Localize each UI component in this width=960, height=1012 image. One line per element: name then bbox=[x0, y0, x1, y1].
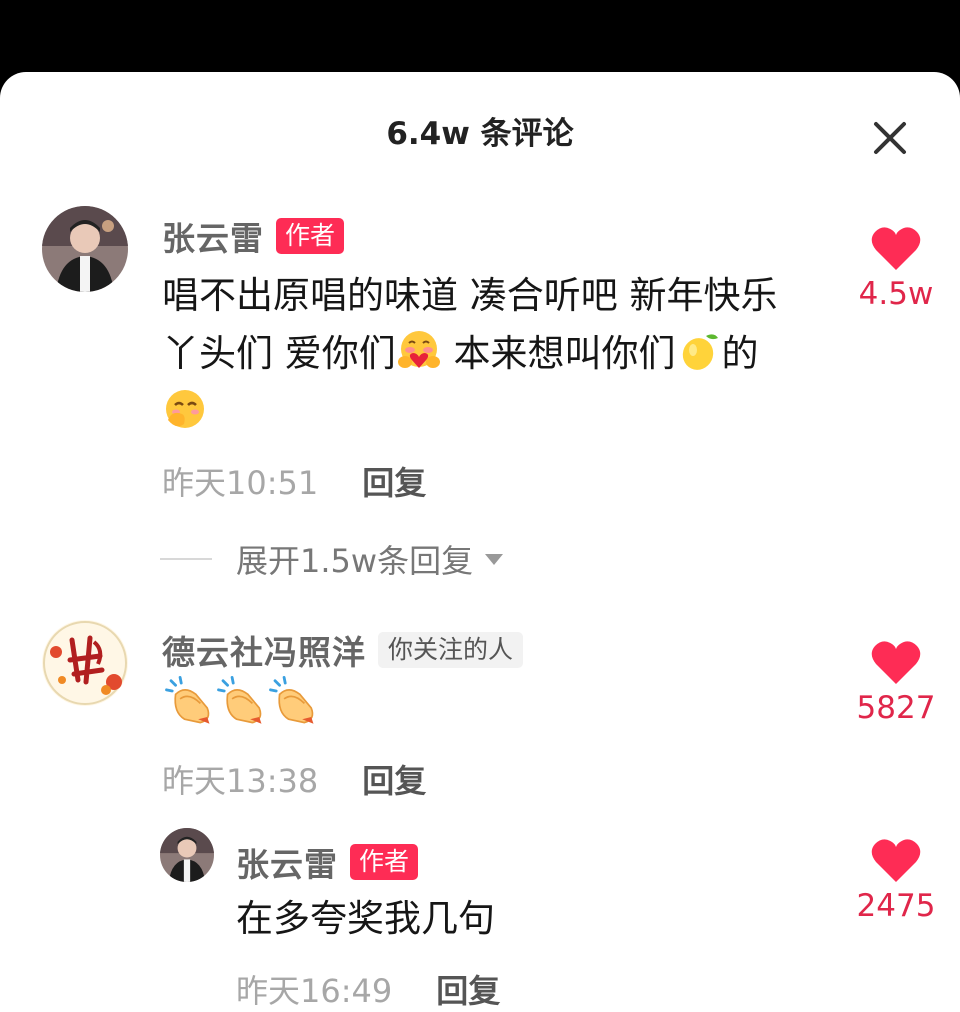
comment-meta: 昨天13:38 回复 bbox=[162, 756, 426, 802]
divider-line bbox=[160, 558, 212, 560]
avatar[interactable] bbox=[160, 828, 214, 882]
author-badge: 作者 bbox=[350, 844, 419, 880]
reply-button[interactable]: 回复 bbox=[362, 458, 426, 504]
comment-text-line: 本来想叫你们 bbox=[441, 332, 676, 375]
expand-replies-button[interactable]: 展开1.5w条回复 bbox=[160, 536, 504, 582]
comment-meta: 昨天16:49 回复 bbox=[236, 966, 500, 1012]
heart-icon bbox=[871, 839, 921, 882]
comment-text-line: 唱不出原唱的味道 凑合听吧 新年快乐 bbox=[162, 274, 778, 317]
comment-author-row: 张云雷 作者 bbox=[162, 212, 345, 260]
clap-emoji bbox=[217, 675, 262, 724]
clap-emoji bbox=[269, 675, 314, 724]
reply-button[interactable]: 回复 bbox=[436, 966, 500, 1012]
comment-text-line: 丫头们 爱你们 bbox=[162, 332, 396, 375]
avatar[interactable] bbox=[42, 620, 128, 706]
comment-author-row: 张云雷 作者 bbox=[236, 838, 419, 886]
comment-time: 昨天13:38 bbox=[162, 762, 319, 800]
like-button[interactable]: 5827 bbox=[846, 638, 946, 726]
comments-sheet: 6.4w 条评论 张云雷 作者 唱不出原唱的味道 凑合听吧 新年快乐 丫头们 爱… bbox=[0, 72, 960, 1012]
comment-text: 唱不出原唱的味道 凑合听吧 新年快乐 丫头们 爱你们 本来想叫你们 的 bbox=[162, 267, 842, 441]
clap-emoji bbox=[165, 675, 210, 724]
like-count: 4.5w bbox=[858, 276, 934, 312]
following-badge: 你关注的人 bbox=[378, 632, 524, 668]
heart-icon bbox=[871, 227, 921, 270]
like-count: 5827 bbox=[856, 690, 936, 726]
comment-text bbox=[162, 674, 318, 735]
comments-title: 6.4w 条评论 bbox=[386, 116, 574, 152]
heart-icon bbox=[871, 641, 921, 684]
hug-emoji bbox=[397, 331, 440, 368]
comment-time: 昨天16:49 bbox=[236, 972, 393, 1010]
comment-meta: 昨天10:51 回复 bbox=[162, 458, 426, 504]
expand-replies-label: 展开1.5w条回复 bbox=[236, 542, 474, 580]
like-button[interactable]: 2475 bbox=[846, 836, 946, 924]
avatar[interactable] bbox=[42, 206, 128, 292]
comment-author[interactable]: 张云雷 bbox=[236, 838, 338, 886]
comment-author[interactable]: 德云社冯照洋 bbox=[162, 626, 366, 674]
smirk-emoji bbox=[166, 390, 204, 428]
comment-text-line: 的 bbox=[721, 332, 759, 375]
close-icon[interactable] bbox=[866, 114, 914, 162]
like-count: 2475 bbox=[856, 888, 936, 924]
comment-author[interactable]: 张云雷 bbox=[162, 212, 264, 260]
reply-button[interactable]: 回复 bbox=[362, 756, 426, 802]
comment-text: 在多夸奖我几句 bbox=[236, 897, 495, 940]
comment-author-row: 德云社冯照洋 你关注的人 bbox=[162, 626, 524, 674]
author-badge: 作者 bbox=[276, 218, 345, 254]
lemon-emoji bbox=[682, 334, 718, 370]
like-button[interactable]: 4.5w bbox=[846, 224, 946, 312]
caret-down-icon bbox=[485, 553, 504, 565]
comment-time: 昨天10:51 bbox=[162, 464, 319, 502]
